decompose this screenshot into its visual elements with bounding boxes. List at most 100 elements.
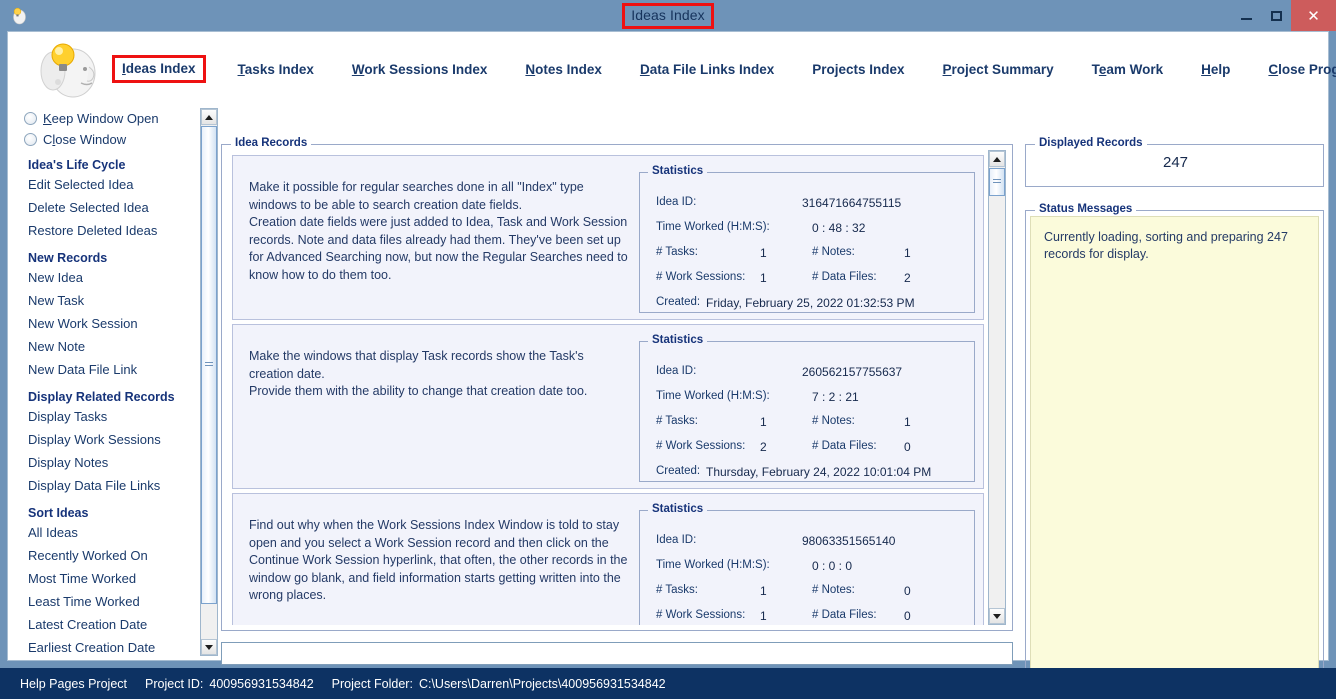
sidebar-item-edit-selected-idea[interactable]: Edit Selected Idea [14, 174, 196, 197]
idea-records-panel: Idea Records Make it possible for regula… [221, 137, 1013, 631]
minimize-button[interactable] [1231, 0, 1261, 31]
value-notes: 0 [904, 584, 911, 598]
label-time-worked: Time Worked (H:M:S): [656, 221, 770, 233]
idea-record-statistics: Statistics Idea ID: 316471664755115 Time… [639, 165, 975, 313]
scrollbar-thumb[interactable] [989, 168, 1005, 196]
sidebar-item-earliest-creation-date[interactable]: Earliest Creation Date [14, 637, 196, 656]
label-tasks: # Tasks: [656, 415, 698, 427]
label-tasks: # Tasks: [656, 584, 698, 596]
label-work-sessions: # Work Sessions: [656, 440, 746, 452]
nav-item-team-work[interactable]: Team Work [1092, 62, 1164, 77]
sidebar-item-display-notes[interactable]: Display Notes [14, 452, 196, 475]
value-created: Thursday, February 24, 2022 10:01:04 PM [706, 465, 932, 479]
records-scrollbar[interactable] [988, 150, 1006, 625]
idea-records-title: Idea Records [231, 137, 312, 149]
sidebar-item-display-tasks[interactable]: Display Tasks [14, 406, 196, 429]
idea-record-statistics: Statistics Idea ID: 260562157755637 Time… [639, 334, 975, 482]
nav-item-notes-index[interactable]: Notes Index [525, 62, 602, 77]
status-message-text: Currently loading, sorting and preparing… [1044, 230, 1288, 261]
search-input[interactable] [221, 642, 1013, 665]
label-created: Created: [656, 465, 701, 477]
value-work-sessions: 2 [760, 440, 767, 454]
value-tasks: 1 [760, 584, 767, 598]
nav-item-project-summary[interactable]: Project Summary [943, 62, 1054, 77]
minimize-icon [1240, 17, 1252, 20]
value-notes: 1 [904, 246, 911, 260]
nav-item-data-file-links-index[interactable]: Data File Links Index [640, 62, 774, 77]
scroll-up-button[interactable] [989, 151, 1005, 167]
idea-record-row[interactable]: Find out why when the Work Sessions Inde… [232, 493, 984, 625]
head-lightbulb-logo [40, 43, 96, 98]
label-tasks: # Tasks: [656, 246, 698, 258]
sidebar-item-restore-deleted-ideas[interactable]: Restore Deleted Ideas [14, 220, 196, 243]
sidebar-group-title-display-related: Display Related Records [28, 390, 175, 404]
nav-item-help[interactable]: Help [1201, 62, 1230, 77]
sidebar-item-delete-selected-idea[interactable]: Delete Selected Idea [14, 197, 196, 220]
scrollbar-thumb[interactable] [201, 126, 217, 604]
chevron-down-icon [205, 644, 213, 650]
window-title-area: Ideas Index [0, 0, 1336, 31]
sidebar-item-most-time-worked[interactable]: Most Time Worked [14, 568, 196, 591]
nav-item-work-sessions-index[interactable]: Work Sessions Index [352, 62, 488, 77]
sidebar-item-display-data-file-links[interactable]: Display Data File Links [14, 475, 196, 498]
radio-keep-window-open[interactable]: Keep Window Open [14, 108, 196, 129]
head-lightbulb-icon [13, 7, 26, 25]
label-notes: # Notes: [812, 246, 855, 258]
value-notes: 1 [904, 415, 911, 429]
sidebar-item-latest-creation-date[interactable]: Latest Creation Date [14, 614, 196, 637]
idea-records-list: Make it possible for regular searches do… [227, 151, 991, 625]
value-data-files: 0 [904, 440, 911, 454]
status-project-folder-label: Project Folder: [331, 676, 413, 691]
scroll-down-button[interactable] [201, 639, 217, 655]
idea-record-text: Make the windows that display Task recor… [249, 349, 588, 398]
status-project-folder: C:\Users\Darren\Projects\400956931534842 [418, 676, 666, 691]
sidebar-item-all-ideas[interactable]: All Ideas [14, 522, 196, 545]
chevron-up-icon [205, 114, 213, 120]
idea-record-text: Make it possible for regular searches do… [249, 180, 628, 282]
sidebar-group-title-sort-ideas: Sort Ideas [28, 506, 89, 520]
label-data-files: # Data Files: [812, 609, 877, 621]
status-project-id-label: Project ID: [145, 676, 204, 691]
sidebar-item-display-work-sessions[interactable]: Display Work Sessions [14, 429, 196, 452]
close-icon: ✕ [1307, 7, 1320, 25]
radio-label-close-window: Close Window [43, 132, 127, 147]
label-time-worked: Time Worked (H:M:S): [656, 559, 770, 571]
nav-item-close-program[interactable]: Close Program [1268, 62, 1336, 77]
sidebar-scrollbar[interactable] [200, 108, 218, 656]
sidebar-group-title-life-cycle: Idea's Life Cycle [28, 158, 126, 172]
sidebar-item-new-work-session[interactable]: New Work Session [14, 313, 196, 336]
radio-close-window[interactable]: Close Window [14, 129, 196, 150]
chevron-down-icon [993, 613, 1001, 619]
label-idea-id: Idea ID: [656, 365, 697, 377]
idea-record-statistics: Statistics Idea ID: 98063351565140 Time … [639, 503, 975, 625]
value-work-sessions: 1 [760, 609, 767, 623]
idea-record-row[interactable]: Make the windows that display Task recor… [232, 324, 984, 489]
nav-item-ideas-index[interactable]: Ideas Index [112, 55, 206, 83]
scroll-down-button[interactable] [989, 608, 1005, 624]
label-data-files: # Data Files: [812, 440, 877, 452]
scroll-up-button[interactable] [201, 109, 217, 125]
statistics-title: Statistics [648, 334, 708, 346]
label-data-files: # Data Files: [812, 271, 877, 283]
maximize-button[interactable] [1261, 0, 1291, 31]
nav-item-projects-index[interactable]: Projects Index [812, 62, 904, 77]
value-time-worked: 7 : 2 : 21 [812, 390, 859, 404]
radio-icon [24, 112, 37, 125]
sidebar: Keep Window Open Close Window Idea's Lif… [14, 108, 196, 656]
value-data-files: 0 [904, 609, 911, 623]
nav-item-tasks-index[interactable]: Tasks Index [238, 62, 314, 77]
displayed-records-panel: Displayed Records 247 [1025, 137, 1324, 187]
sidebar-item-new-idea[interactable]: New Idea [14, 267, 196, 290]
sidebar-item-least-time-worked[interactable]: Least Time Worked [14, 591, 196, 614]
idea-record-row[interactable]: Make it possible for regular searches do… [232, 155, 984, 320]
sidebar-item-new-task[interactable]: New Task [14, 290, 196, 313]
value-idea-id: 260562157755637 [802, 365, 903, 379]
sidebar-item-new-data-file-link[interactable]: New Data File Link [14, 359, 196, 382]
sidebar-item-new-note[interactable]: New Note [14, 336, 196, 359]
label-idea-id: Idea ID: [656, 196, 697, 208]
sidebar-item-recently-worked-on[interactable]: Recently Worked On [14, 545, 196, 568]
status-project-name: Help Pages Project [20, 676, 128, 691]
idea-record-text: Find out why when the Work Sessions Inde… [249, 518, 628, 602]
close-button[interactable]: ✕ [1291, 0, 1336, 31]
displayed-records-title: Displayed Records [1035, 137, 1147, 149]
